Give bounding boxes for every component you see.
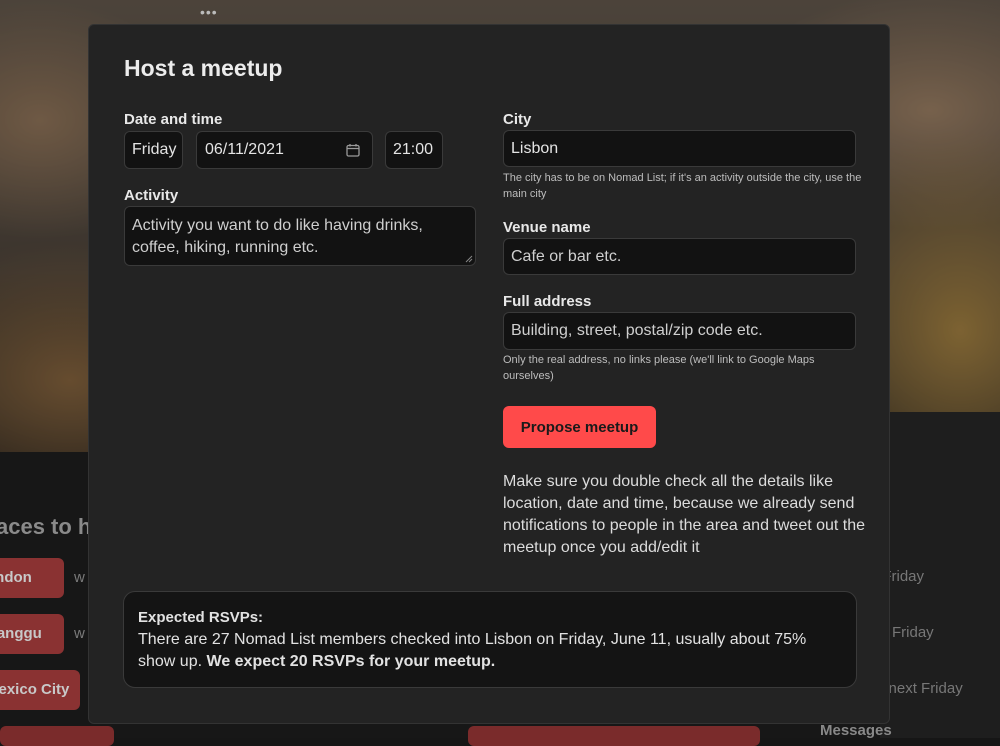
activity-label: Activity	[124, 187, 179, 204]
double-check-notice: Make sure you double check all the detai…	[503, 473, 866, 556]
day-value: Friday	[132, 141, 177, 158]
activity-placeholder: Activity you want to do like having drin…	[132, 217, 423, 256]
date-time-label: Date and time	[124, 111, 223, 128]
host-meetup-modal: Host a meetup Date and time Friday 06/11…	[88, 24, 890, 724]
calendar-icon[interactable]	[346, 143, 360, 157]
background-red-bar	[468, 726, 760, 746]
background-city-text: w	[74, 569, 85, 586]
expected-rsvps-text: There are 27 Nomad List members checked …	[138, 629, 842, 673]
city-hint: The city has to be on Nomad List; if it'…	[503, 172, 862, 200]
venue-placeholder: Cafe or bar etc.	[511, 247, 622, 265]
address-input[interactable]: Building, street, postal/zip code etc.	[503, 312, 856, 350]
background-heading: aces to h	[0, 514, 92, 539]
date-input[interactable]: 06/11/2021	[196, 131, 373, 169]
background-city-text: w	[74, 625, 85, 642]
resize-handle-icon[interactable]	[465, 255, 473, 263]
background-messages-label: Messages	[820, 722, 892, 739]
background-red-bar	[0, 726, 114, 746]
background-city-button-mexico-city[interactable]: Mexico City	[0, 670, 80, 710]
time-input[interactable]: 21:00	[385, 131, 443, 169]
city-label: City	[503, 111, 532, 128]
background-city-button-london[interactable]: ondon	[0, 558, 64, 598]
date-value: 06/11/2021	[205, 141, 284, 158]
activity-textarea[interactable]: Activity you want to do like having drin…	[124, 206, 476, 266]
address-label: Full address	[503, 293, 592, 310]
modal-title: Host a meetup	[124, 55, 283, 81]
time-value: 21:00	[393, 141, 434, 158]
expected-rsvps-box: Expected RSVPs: There are 27 Nomad List …	[123, 591, 857, 688]
more-icon[interactable]: •••	[200, 4, 218, 20]
expected-rsvps-title: Expected RSVPs:	[138, 609, 264, 626]
background-city-button-canggu[interactable]: Canggu	[0, 614, 64, 654]
propose-meetup-button[interactable]: Propose meetup	[503, 406, 656, 448]
city-value: Lisbon	[511, 139, 559, 157]
venue-label: Venue name	[503, 219, 591, 236]
day-select[interactable]: Friday	[124, 131, 183, 169]
venue-input[interactable]: Cafe or bar etc.	[503, 238, 856, 275]
address-placeholder: Building, street, postal/zip code etc.	[511, 322, 763, 339]
address-hint: Only the real address, no links please (…	[503, 354, 815, 382]
background-right-text: Friday	[892, 624, 934, 641]
city-input[interactable]: Lisbon	[503, 130, 856, 167]
expected-rsvps-emphasis: We expect 20 RSVPs for your meetup.	[206, 653, 496, 670]
